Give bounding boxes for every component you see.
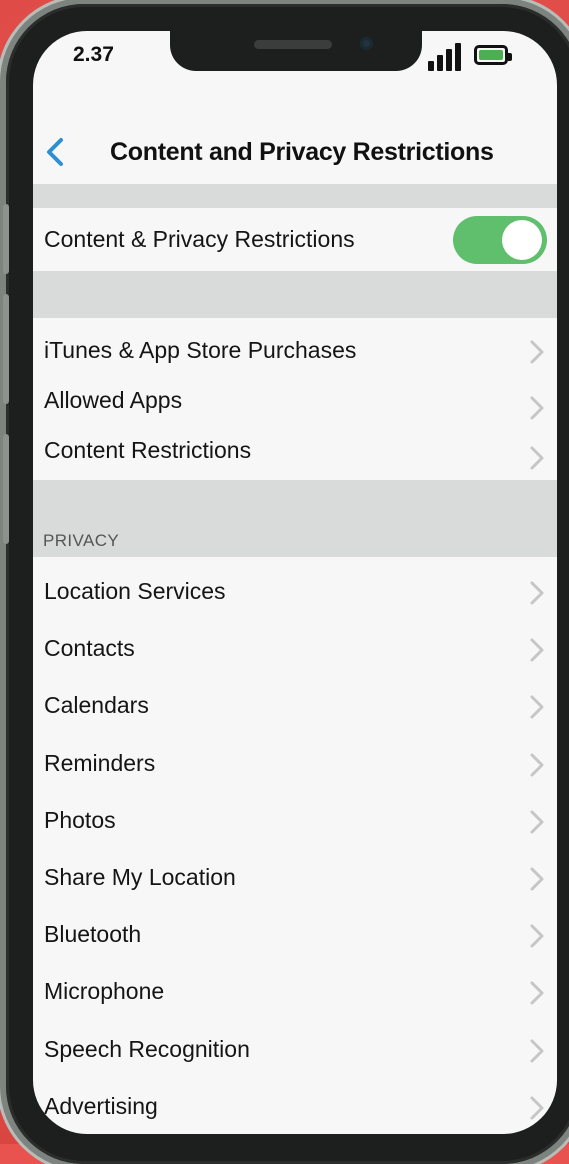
privacy-section-header: PRIVACY <box>43 531 120 550</box>
chevron-right-icon <box>530 695 544 719</box>
list-item-content-restrictions[interactable]: Content Restrictions <box>33 427 557 475</box>
chevron-right-icon <box>530 581 544 605</box>
list-item-reminders[interactable]: Reminders <box>33 740 557 788</box>
mute-switch <box>3 204 9 274</box>
section-separator <box>33 184 557 208</box>
list-item-bluetooth[interactable]: Bluetooth <box>33 911 557 959</box>
chevron-right-icon <box>530 753 544 777</box>
list-item-label: Share My Location <box>44 864 236 890</box>
notch <box>170 31 422 71</box>
screen: 2.37 Content and Privacy Restrictions Co… <box>33 31 557 1134</box>
battery-icon <box>474 45 512 65</box>
list-item-label: Speech Recognition <box>44 1035 250 1062</box>
list-item-label: Location Services <box>44 578 226 604</box>
list-item-allowed-apps[interactable]: Allowed Apps <box>33 377 557 425</box>
list-item-contacts[interactable]: Contacts <box>33 625 557 673</box>
chevron-right-icon <box>530 638 544 662</box>
list-item-label: Contacts <box>44 635 135 662</box>
list-item-label: Reminders <box>44 749 156 776</box>
list-item-label: iTunes & App Store Purchases <box>44 337 357 363</box>
content-privacy-toggle[interactable] <box>453 216 547 264</box>
chevron-right-icon <box>530 981 544 1005</box>
list-item-label: Content Restrictions <box>44 437 252 463</box>
section-separator <box>33 271 557 318</box>
list-item-photos[interactable]: Photos <box>33 797 557 845</box>
list-item-share-my-location[interactable]: Share My Location <box>33 854 557 902</box>
signal-icon <box>428 41 462 71</box>
chevron-right-icon <box>530 924 544 948</box>
speaker-grille <box>254 40 332 49</box>
phone-frame: 2.37 Content and Privacy Restrictions Co… <box>3 4 569 1164</box>
navigation-bar: Content and Privacy Restrictions <box>33 126 557 184</box>
chevron-right-icon <box>530 1096 544 1120</box>
list-item-label: Allowed Apps <box>44 387 183 413</box>
chevron-right-icon <box>530 810 544 834</box>
chevron-right-icon <box>530 1039 544 1063</box>
status-time: 2.37 <box>73 43 114 66</box>
volume-up-button <box>3 294 9 404</box>
page-title: Content and Privacy Restrictions <box>110 138 494 166</box>
list-item-label: Advertising <box>44 1092 158 1119</box>
list-item-microphone[interactable]: Microphone <box>33 968 557 1016</box>
list-item-speech-recognition[interactable]: Speech Recognition <box>33 1026 557 1074</box>
list-item-location-services[interactable]: Location Services <box>33 568 557 616</box>
front-camera <box>360 37 373 50</box>
back-chevron-icon[interactable] <box>43 136 69 168</box>
list-item-label: Bluetooth <box>44 921 142 948</box>
list-item-label: Photos <box>44 806 116 833</box>
volume-down-button <box>3 434 9 544</box>
chevron-right-icon <box>530 446 544 470</box>
list-item-label: Microphone <box>44 978 165 1005</box>
list-item-advertising[interactable]: Advertising <box>33 1083 557 1131</box>
list-item-label: Calendars <box>44 692 149 719</box>
chevron-right-icon <box>530 340 544 364</box>
list-item-calendars[interactable]: Calendars <box>33 682 557 730</box>
chevron-right-icon <box>530 396 544 420</box>
content-privacy-restrictions-label: Content & Privacy Restrictions <box>44 226 355 252</box>
chevron-right-icon <box>530 867 544 891</box>
list-item-itunes-app-store[interactable]: iTunes & App Store Purchases <box>33 327 557 375</box>
toggle-knob <box>502 220 542 260</box>
